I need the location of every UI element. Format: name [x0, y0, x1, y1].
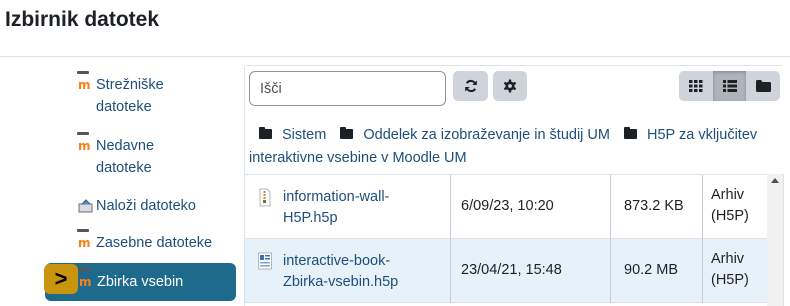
- sidebar-item-label: Naloži datoteko: [96, 198, 196, 214]
- sidebar-item-label: Zasebne datoteke: [96, 235, 213, 251]
- sidebar-item-label: Zbirka vsebin: [97, 274, 184, 290]
- tree-view-button[interactable]: [746, 71, 781, 101]
- file-browser-toolbar: Sistem Oddelek za izobraževanje in študi…: [245, 66, 785, 174]
- sidebar-item-server-files[interactable]: m Strežniške datoteke: [77, 71, 206, 118]
- breadcrumb-item[interactable]: Sistem: [249, 127, 326, 143]
- sidebar-item-upload[interactable]: Naloži datoteko: [78, 195, 196, 217]
- file-date-cell: 6/09/23, 10:20: [451, 175, 611, 239]
- table-row[interactable]: interactive-book- Zbirka-vsebin.h5p 23/04…: [245, 239, 767, 303]
- table-row[interactable]: information-wall- H5P.h5p 6/09/23, 10:20 …: [245, 175, 767, 239]
- settings-button[interactable]: [493, 71, 527, 101]
- sidebar-item-recent-files[interactable]: m Nedavne datoteke: [77, 132, 186, 179]
- file-type-cell: Arhiv (H5P): [711, 251, 749, 288]
- refresh-icon: [464, 79, 477, 93]
- grid-icon: [688, 80, 703, 92]
- folder-icon: [755, 80, 771, 92]
- h5p-file-icon: [258, 252, 272, 270]
- file-size-cell: 90.2 MB: [611, 239, 703, 303]
- file-table: information-wall- H5P.h5p 6/09/23, 10:20 …: [245, 174, 767, 306]
- folder-icon: [340, 127, 354, 139]
- active-marker: >: [44, 264, 78, 294]
- file-browser-panel: Sistem Oddelek za izobraževanje in študi…: [244, 65, 785, 306]
- upload-icon: [78, 195, 96, 217]
- file-size-cell: 873.2 KB: [611, 175, 703, 239]
- refresh-button[interactable]: [453, 71, 488, 101]
- grid-view-button[interactable]: [679, 71, 713, 101]
- file-name-cell[interactable]: information-wall- H5P.h5p: [245, 175, 451, 239]
- moodle-icon: m: [77, 71, 96, 96]
- list-icon: [722, 80, 737, 92]
- view-switcher: [679, 71, 781, 101]
- search-input[interactable]: [249, 71, 446, 106]
- sidebar-item-private-files[interactable]: m Zasebne datoteke: [77, 229, 213, 254]
- moodle-icon: m: [77, 229, 96, 254]
- sidebar-item-label: Strežniške datoteke: [96, 77, 164, 115]
- table-scrollbar[interactable]: [767, 174, 783, 306]
- scroll-up-icon[interactable]: [771, 178, 779, 183]
- breadcrumb-item[interactable]: Oddelek za izobraževanje in študij UM: [330, 127, 610, 143]
- repository-sidebar: m Strežniške datoteke m Nedavne datoteke…: [0, 57, 244, 306]
- file-type-cell: Arhiv (H5P): [711, 187, 749, 224]
- moodle-icon: m: [78, 268, 97, 293]
- file-name-cell[interactable]: interactive-book- Zbirka-vsebin.h5p: [245, 239, 451, 303]
- folder-icon: [259, 127, 272, 139]
- sidebar-item-label: Nedavne datoteke: [96, 138, 155, 176]
- settings-icon: [503, 79, 517, 93]
- archive-file-icon: [259, 188, 271, 207]
- breadcrumb: Sistem Oddelek za izobraževanje in študi…: [249, 124, 779, 170]
- folder-icon: [624, 127, 638, 139]
- moodle-icon: m: [77, 132, 96, 157]
- list-view-button[interactable]: [712, 71, 747, 101]
- file-date-cell: 23/04/21, 15:48: [451, 239, 611, 303]
- dialog-title: Izbirnik datotek: [5, 8, 160, 31]
